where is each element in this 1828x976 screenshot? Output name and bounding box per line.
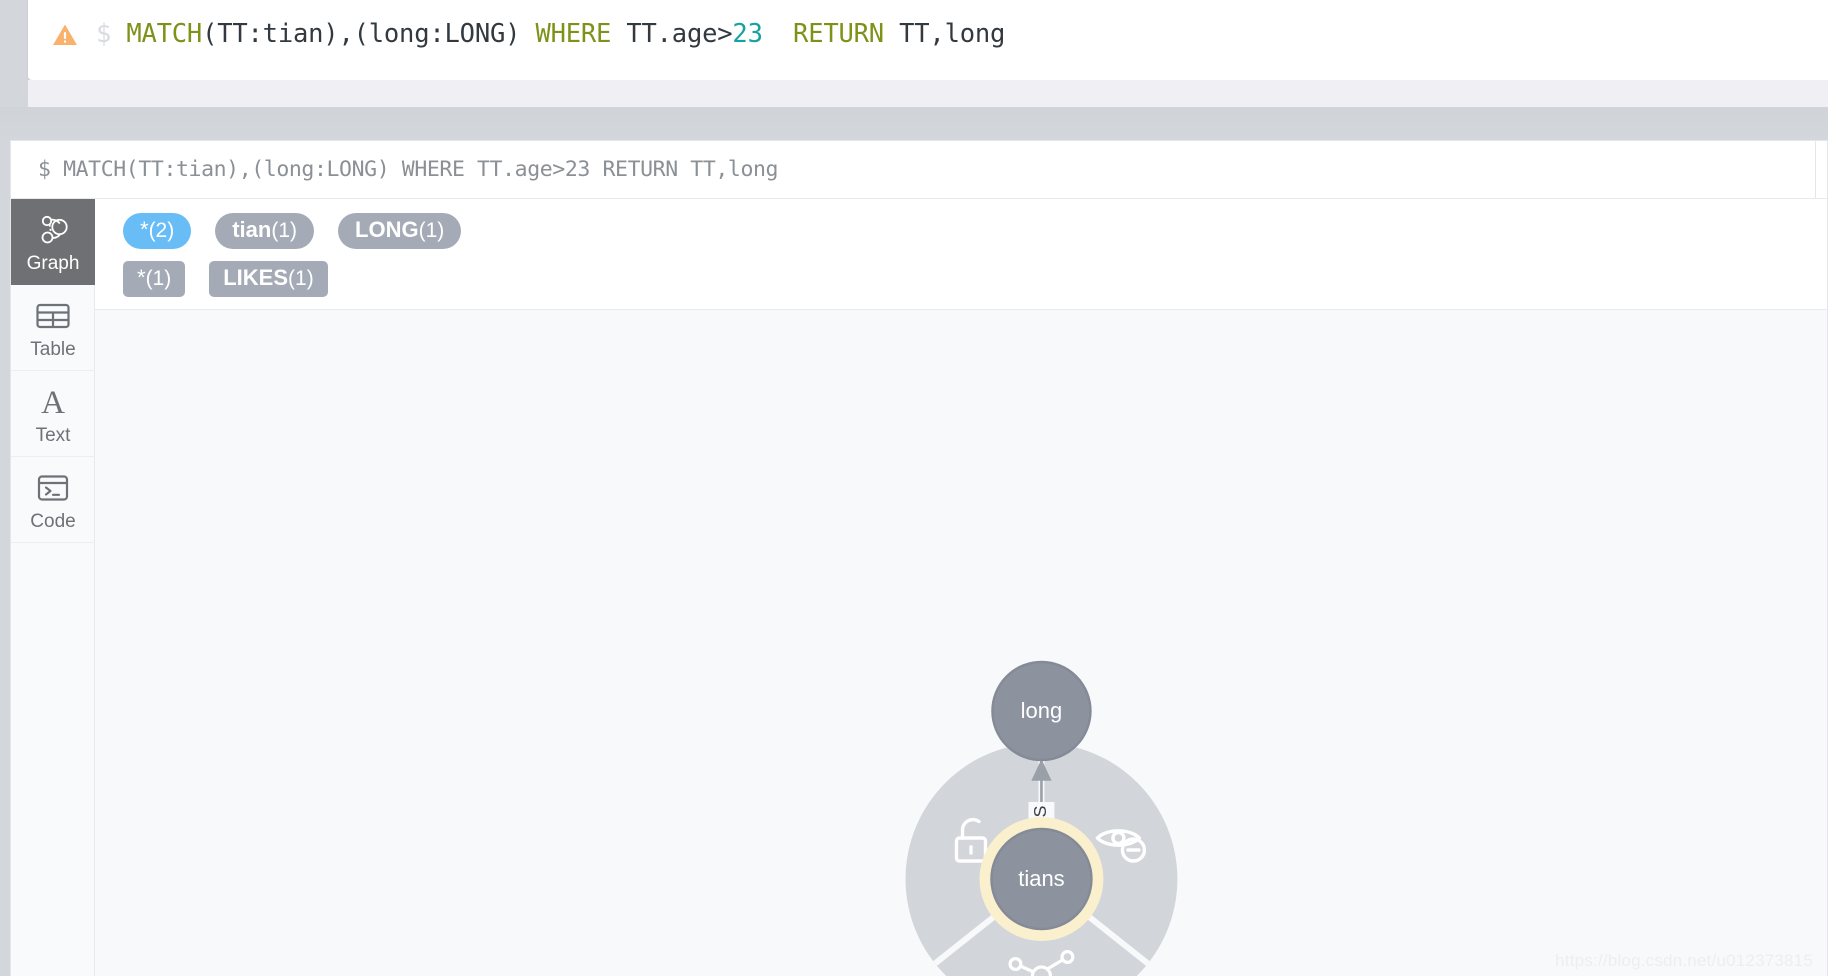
legend-pill-long[interactable]: LONG (1) <box>338 213 462 250</box>
graph-legend: * (2) tian (1) LONG (1) * (1) LIKES (1) <box>95 199 1827 311</box>
query-echo-text: $ MATCH(TT:tian),(long:LONG) WHERE TT.ag… <box>38 157 779 182</box>
legend-pill-all-nodes[interactable]: * (2) <box>123 213 192 250</box>
text-icon: A <box>36 382 70 422</box>
warning-triangle-icon <box>52 23 78 47</box>
result-frame: $ MATCH(TT:tian),(long:LONG) WHERE TT.ag… <box>10 140 1828 976</box>
query-echo-bar[interactable]: $ MATCH(TT:tian),(long:LONG) WHERE TT.ag… <box>11 141 1827 199</box>
cypher-token-gap <box>763 19 793 49</box>
result-body: Graph Table A Text Code * (2) tian (1) L… <box>11 199 1827 976</box>
graph-icon <box>34 210 72 250</box>
node-caption: tians <box>1018 866 1064 891</box>
cypher-query-line[interactable]: $ MATCH(TT:tian),(long:LONG) WHERE TT.ag… <box>96 22 1005 48</box>
table-icon <box>35 296 71 336</box>
legend-pill-likes[interactable]: LIKES (1) <box>209 261 328 298</box>
legend-relationship-types: * (1) LIKES (1) <box>123 261 1827 298</box>
graph-node-long[interactable]: long <box>991 660 1092 762</box>
cypher-token-number: 23 <box>732 19 763 50</box>
sidebar-item-table[interactable]: Table <box>11 285 95 371</box>
legend-pill-tian[interactable]: tian (1) <box>215 213 315 250</box>
cypher-token-return: RETURN <box>793 19 884 50</box>
legend-pill-all-relationships[interactable]: * (1) <box>123 261 186 298</box>
prompt-symbol: $ <box>96 19 112 50</box>
sidebar-item-graph-label: Graph <box>26 253 80 274</box>
graph-canvas[interactable]: LIKES long tians <box>95 314 1827 976</box>
sidebar-item-text-label: Text <box>35 425 71 446</box>
legend-node-labels: * (2) tian (1) LONG (1) <box>123 213 1827 250</box>
graph-node-tians[interactable]: tians <box>979 817 1104 941</box>
neo4j-browser-window: $ MATCH(TT:tian),(long:LONG) WHERE TT.ag… <box>0 0 1828 976</box>
cypher-token-match: MATCH <box>126 19 203 50</box>
view-mode-sidebar: Graph Table A Text Code <box>11 199 95 976</box>
editor-card-footer <box>28 80 1828 107</box>
sidebar-item-text[interactable]: A Text <box>11 371 95 457</box>
cypher-token-predicate: TT.age> <box>611 19 733 50</box>
window-background-band <box>0 107 1828 140</box>
cypher-editor-card[interactable]: $ MATCH(TT:tian),(long:LONG) WHERE TT.ag… <box>28 0 1828 80</box>
sidebar-item-table-label: Table <box>30 339 76 360</box>
svg-text:A: A <box>41 385 65 419</box>
sidebar-item-graph[interactable]: Graph <box>11 199 95 285</box>
sidebar-item-code-label: Code <box>30 511 76 532</box>
query-echo-scrollbar[interactable] <box>1815 141 1827 198</box>
cypher-token-projection: TT,long <box>883 19 1006 50</box>
cypher-token-where: WHERE <box>535 19 612 50</box>
sidebar-item-code[interactable]: Code <box>11 457 95 543</box>
cypher-token-patterns: (TT:tian),(long:LONG) <box>202 19 536 50</box>
watermark-text: https://blog.csdn.net/u012373815 <box>1555 951 1813 970</box>
graph-view: *(2) tian(1) LONG(1) *(1) LIKES(1) <box>95 199 1827 976</box>
code-icon <box>36 468 70 508</box>
node-caption: long <box>1021 698 1063 723</box>
